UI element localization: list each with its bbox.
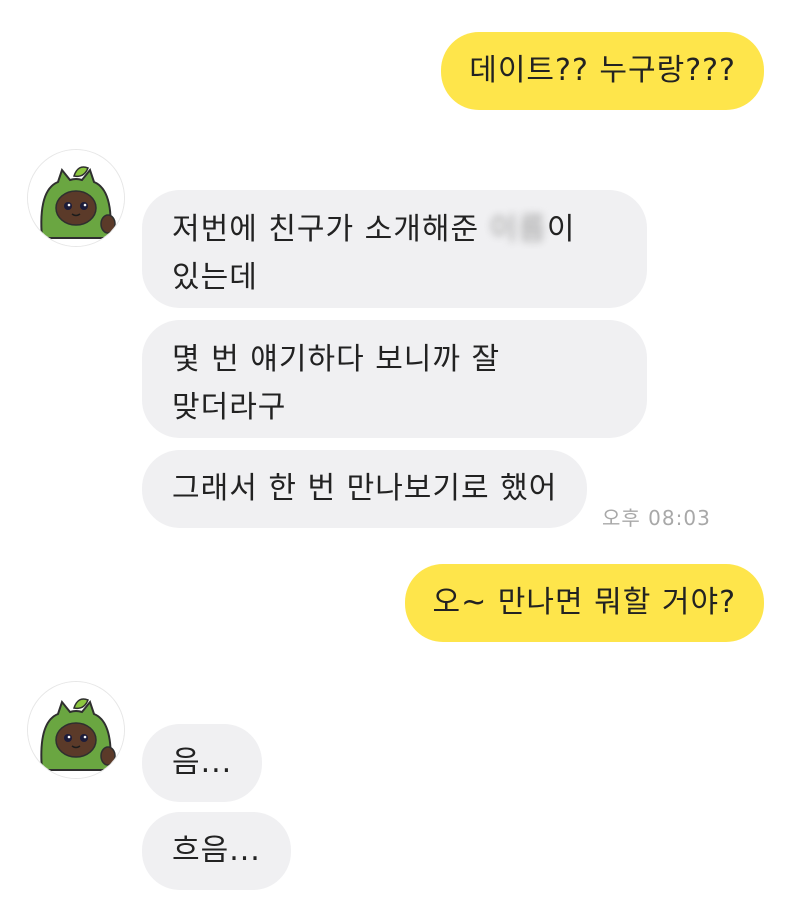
message-text: 몇 번 얘기하다 보니까 잘	[172, 342, 501, 377]
their-message-bubble[interactable]: 그래서 한 번 만나보기로 했어	[142, 450, 588, 528]
their-message-bubble[interactable]: 흐음...	[142, 812, 291, 890]
message-text: 맞더라구	[172, 390, 287, 425]
message-line: 저번에 친구가 소개해준 이름이	[172, 206, 617, 254]
message-text: 있는데	[172, 260, 258, 295]
message-timestamp: 오후 08:03	[602, 506, 711, 530]
their-message-bubble[interactable]: 저번에 친구가 소개해준 이름이 있는데	[142, 190, 647, 308]
message-text: 흐음...	[172, 833, 261, 868]
message-text: 데이트?? 누구랑???	[469, 53, 736, 88]
avatar[interactable]	[28, 682, 124, 778]
message-text: 음...	[172, 745, 233, 780]
message-text: 그래서 한 번 만나보기로 했어	[172, 471, 558, 506]
cat-in-green-hood-avatar-icon	[28, 682, 124, 778]
their-message-bubble[interactable]: 음...	[142, 724, 263, 802]
chat-window: 데이트?? 누구랑??? 저번에 친구가 소개해준 이름이 있는데 몇 번 얘기…	[0, 0, 800, 897]
cat-in-green-hood-avatar-icon	[28, 150, 124, 246]
message-text: 이	[546, 212, 576, 247]
message-text: 저번에 친구가 소개해준	[172, 212, 490, 247]
redacted-name: 이름	[489, 212, 547, 247]
message-text: 오~ 만나면 뭐할 거야?	[432, 585, 736, 620]
avatar[interactable]	[28, 150, 124, 246]
my-message-bubble[interactable]: 데이트?? 누구랑???	[441, 32, 764, 110]
their-message-bubble[interactable]: 몇 번 얘기하다 보니까 잘 맞더라구	[142, 320, 647, 438]
my-message-bubble[interactable]: 오~ 만나면 뭐할 거야?	[404, 564, 764, 642]
